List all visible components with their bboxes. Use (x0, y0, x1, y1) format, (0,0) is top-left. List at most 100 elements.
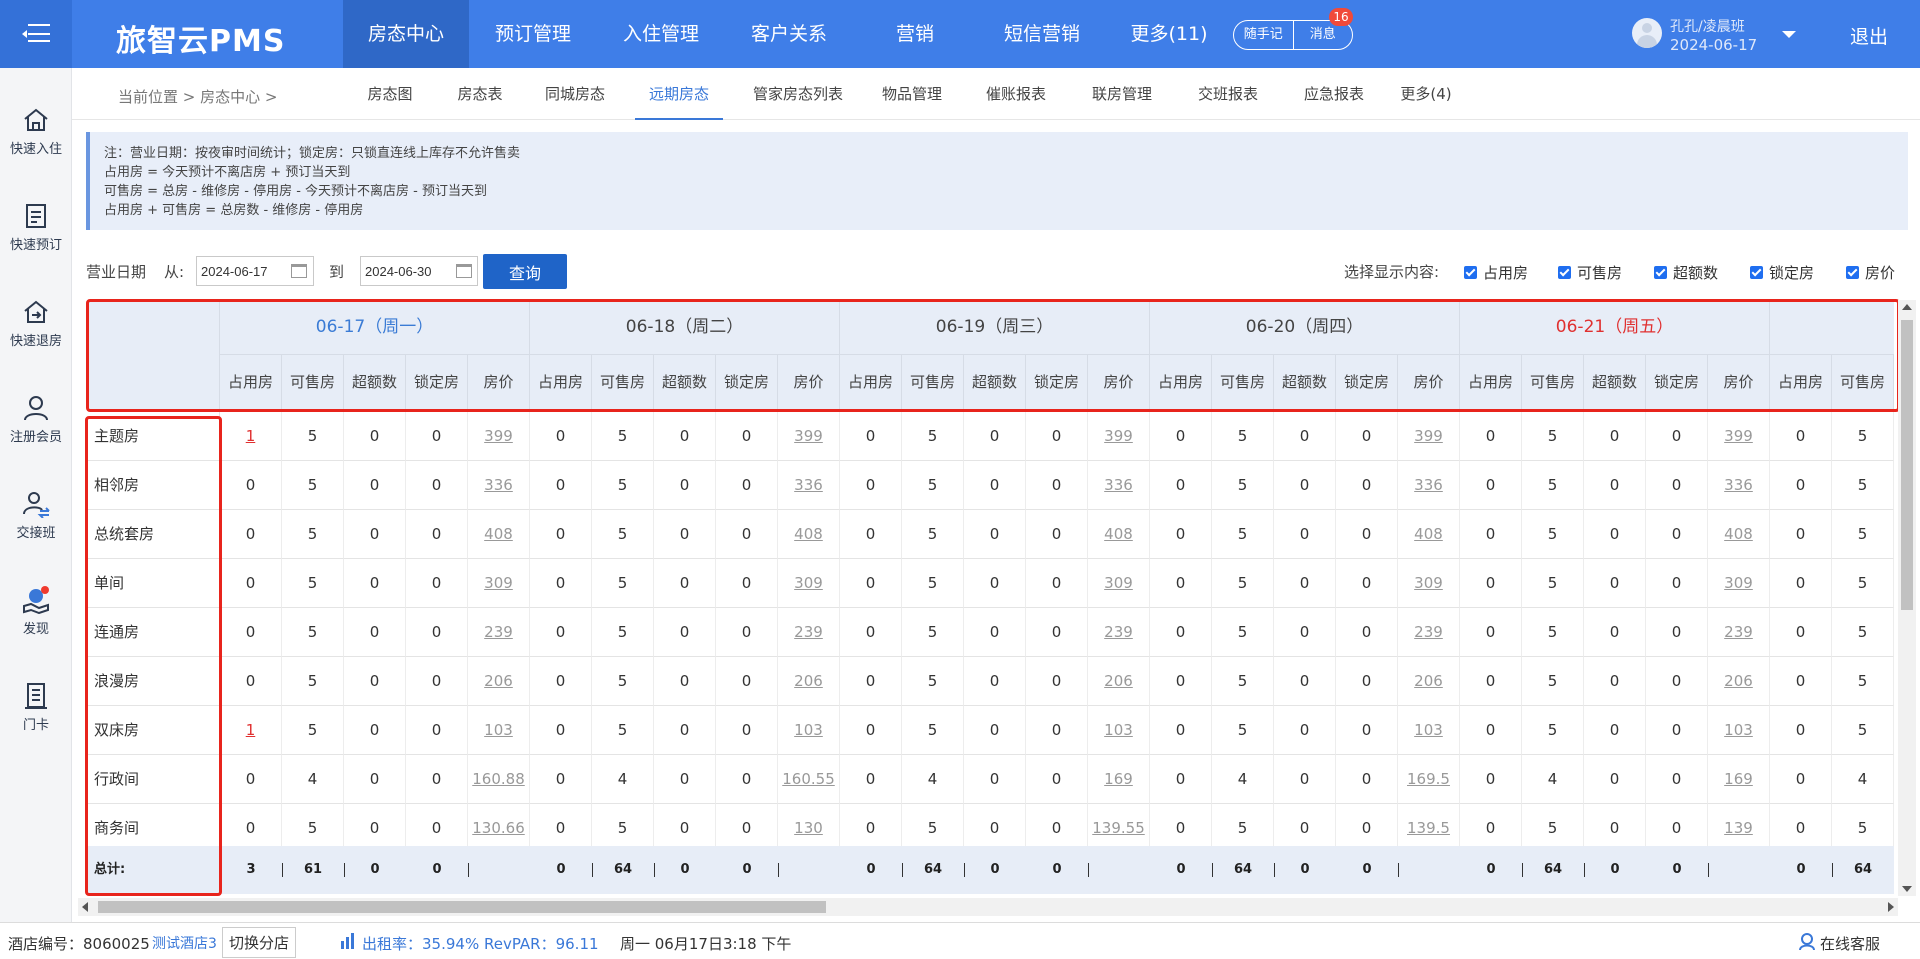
price-link[interactable]: 206 (778, 657, 840, 706)
option-overbooking[interactable]: 超额数 (1654, 262, 1718, 283)
price-link[interactable]: 169.5 (1398, 755, 1460, 804)
vertical-scrollbar[interactable] (1898, 300, 1916, 896)
price-link[interactable]: 103 (468, 706, 530, 755)
tab-items[interactable]: 物品管理 (866, 68, 958, 120)
tab-city-status[interactable]: 同城房态 (532, 68, 618, 120)
price-link[interactable]: 309 (778, 559, 840, 608)
price-link[interactable]: 399 (1088, 412, 1150, 461)
total-occupied: 3 (220, 846, 282, 894)
tab-shift-report[interactable]: 交班报表 (1182, 68, 1274, 120)
online-service-link[interactable]: 在线客服 (1820, 933, 1880, 954)
tab-collection-report[interactable]: 催账报表 (970, 68, 1062, 120)
price-link[interactable]: 206 (1708, 657, 1770, 706)
price-link[interactable]: 239 (1398, 608, 1460, 657)
price-link[interactable]: 206 (1398, 657, 1460, 706)
price-link[interactable]: 309 (1398, 559, 1460, 608)
price-link[interactable]: 408 (1398, 510, 1460, 559)
price-link[interactable]: 239 (468, 608, 530, 657)
price-link[interactable]: 169 (1088, 755, 1150, 804)
sidebar-item-register-member[interactable]: 注册会员 (0, 394, 72, 445)
price-link[interactable]: 160.88 (468, 755, 530, 804)
price-link[interactable]: 103 (778, 706, 840, 755)
option-occupied[interactable]: 占用房 (1464, 262, 1528, 283)
scroll-down-icon[interactable] (1902, 886, 1912, 892)
price-link[interactable]: 239 (778, 608, 840, 657)
memo-button[interactable]: 随手记 (1234, 21, 1294, 49)
nav-more[interactable]: 更多(11) (1107, 0, 1231, 68)
locked-cell: 0 (406, 412, 468, 461)
chevron-down-icon[interactable] (1782, 31, 1796, 38)
column-header: 占用房 (840, 355, 902, 410)
option-available[interactable]: 可售房 (1558, 262, 1622, 283)
price-link[interactable]: 408 (778, 510, 840, 559)
sidebar-item-quick-booking[interactable]: 快速预订 (0, 202, 72, 253)
occupied-cell[interactable]: 1 (220, 706, 282, 755)
locked-cell: 0 (1646, 755, 1708, 804)
price-link[interactable]: 206 (1088, 657, 1150, 706)
logout-button[interactable]: 退出 (1850, 22, 1888, 49)
total-price (1088, 846, 1150, 894)
tab-linked-rooms[interactable]: 联房管理 (1076, 68, 1168, 120)
nav-marketing[interactable]: 营销 (853, 0, 977, 68)
nav-sms[interactable]: 短信营销 (977, 0, 1107, 68)
sidebar-item-discover[interactable]: 发现 (0, 586, 72, 637)
option-price[interactable]: 房价 (1846, 262, 1895, 283)
nav-crm[interactable]: 客户关系 (725, 0, 853, 68)
price-link[interactable]: 309 (468, 559, 530, 608)
price-link[interactable]: 160.55 (778, 755, 840, 804)
tab-room-chart[interactable]: 房态图 (352, 68, 428, 120)
query-button[interactable]: 查询 (483, 254, 567, 289)
switch-branch-button[interactable]: 切换分店 (222, 927, 297, 958)
nav-room-status[interactable]: 房态中心 (343, 0, 469, 68)
available-cell: 5 (592, 559, 654, 608)
tab-emergency-report[interactable]: 应急报表 (1288, 68, 1380, 120)
sidebar-item-quick-checkout[interactable]: 快速退房 (0, 298, 72, 349)
price-link[interactable]: 408 (468, 510, 530, 559)
nav-reservation[interactable]: 预订管理 (469, 0, 597, 68)
price-link[interactable]: 399 (778, 412, 840, 461)
nav-checkin[interactable]: 入住管理 (597, 0, 725, 68)
scroll-left-icon[interactable] (82, 902, 88, 912)
calendar-icon[interactable] (291, 264, 307, 278)
price-link[interactable]: 336 (1088, 461, 1150, 510)
price-link[interactable]: 169 (1708, 755, 1770, 804)
price-link[interactable]: 336 (468, 461, 530, 510)
tab-forward-status[interactable]: 远期房态 (635, 68, 723, 120)
price-link[interactable]: 103 (1398, 706, 1460, 755)
price-link[interactable]: 239 (1708, 608, 1770, 657)
tab-room-table[interactable]: 房态表 (442, 68, 518, 120)
price-link[interactable]: 399 (1708, 412, 1770, 461)
sidebar-item-door-card[interactable]: 门卡 (0, 682, 72, 733)
available-cell: 5 (1522, 461, 1584, 510)
price-link[interactable]: 309 (1708, 559, 1770, 608)
tab-more[interactable]: 更多(4) (1388, 68, 1464, 120)
price-link[interactable]: 103 (1088, 706, 1150, 755)
scroll-up-icon[interactable] (1902, 304, 1912, 310)
scroll-right-icon[interactable] (1888, 902, 1894, 912)
vertical-scroll-thumb[interactable] (1901, 320, 1913, 610)
price-link[interactable]: 309 (1088, 559, 1150, 608)
tab-housekeeping-list[interactable]: 管家房态列表 (738, 68, 858, 120)
price-link[interactable]: 408 (1708, 510, 1770, 559)
sidebar-item-shift-handover[interactable]: 交接班 (0, 490, 72, 541)
occupied-cell[interactable]: 1 (220, 412, 282, 461)
price-link[interactable]: 336 (1708, 461, 1770, 510)
option-locked[interactable]: 锁定房 (1750, 262, 1814, 283)
sidebar-item-quick-checkin[interactable]: 快速入住 (0, 106, 72, 157)
avatar[interactable] (1632, 18, 1662, 48)
price-link[interactable]: 239 (1088, 608, 1150, 657)
horizontal-scrollbar[interactable] (78, 898, 1898, 916)
user-name[interactable]: 孔孔/凌晨班 (1670, 16, 1745, 36)
price-link[interactable]: 206 (468, 657, 530, 706)
price-link[interactable]: 336 (1398, 461, 1460, 510)
calendar-icon[interactable] (456, 264, 472, 278)
price-link[interactable]: 408 (1088, 510, 1150, 559)
hotel-name-link[interactable]: 测试酒店3 (152, 933, 217, 953)
price-link[interactable]: 399 (1398, 412, 1460, 461)
price-link[interactable]: 336 (778, 461, 840, 510)
price-link[interactable]: 103 (1708, 706, 1770, 755)
occupied-cell: 0 (840, 657, 902, 706)
price-link[interactable]: 399 (468, 412, 530, 461)
menu-toggle-button[interactable] (0, 0, 72, 68)
horizontal-scroll-thumb[interactable] (98, 901, 826, 913)
